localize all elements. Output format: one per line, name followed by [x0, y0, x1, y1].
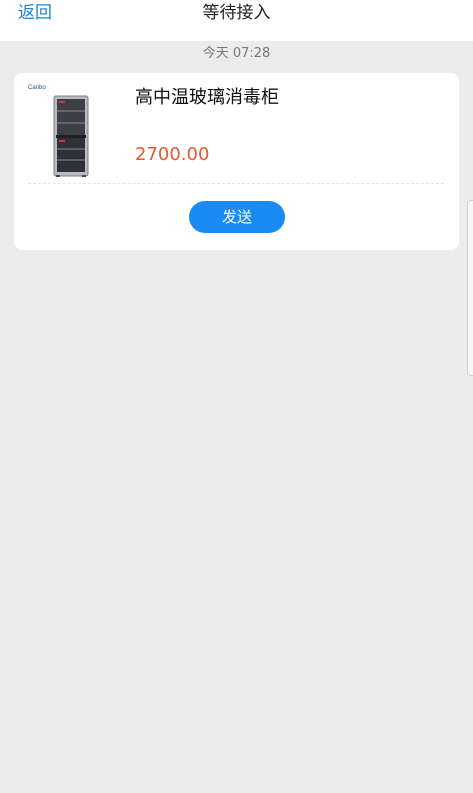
product-card: Canbo 高中温玻璃消毒柜 2700.00 发送: [14, 73, 459, 250]
product-price: 2700.00: [135, 144, 210, 165]
brand-logo: Canbo: [28, 85, 46, 91]
product-image[interactable]: Canbo: [26, 81, 118, 177]
disinfection-cabinet-icon: Canbo: [28, 85, 89, 177]
top-bar: 返回 等待接入: [0, 0, 473, 41]
send-button[interactable]: 发送: [189, 201, 285, 233]
message-timestamp: 今天 07:28: [202, 46, 271, 61]
card-divider: [28, 183, 444, 184]
side-scroll-handle[interactable]: [467, 200, 473, 376]
page-title: 等待接入: [202, 3, 271, 23]
product-name: 高中温玻璃消毒柜: [135, 87, 279, 108]
